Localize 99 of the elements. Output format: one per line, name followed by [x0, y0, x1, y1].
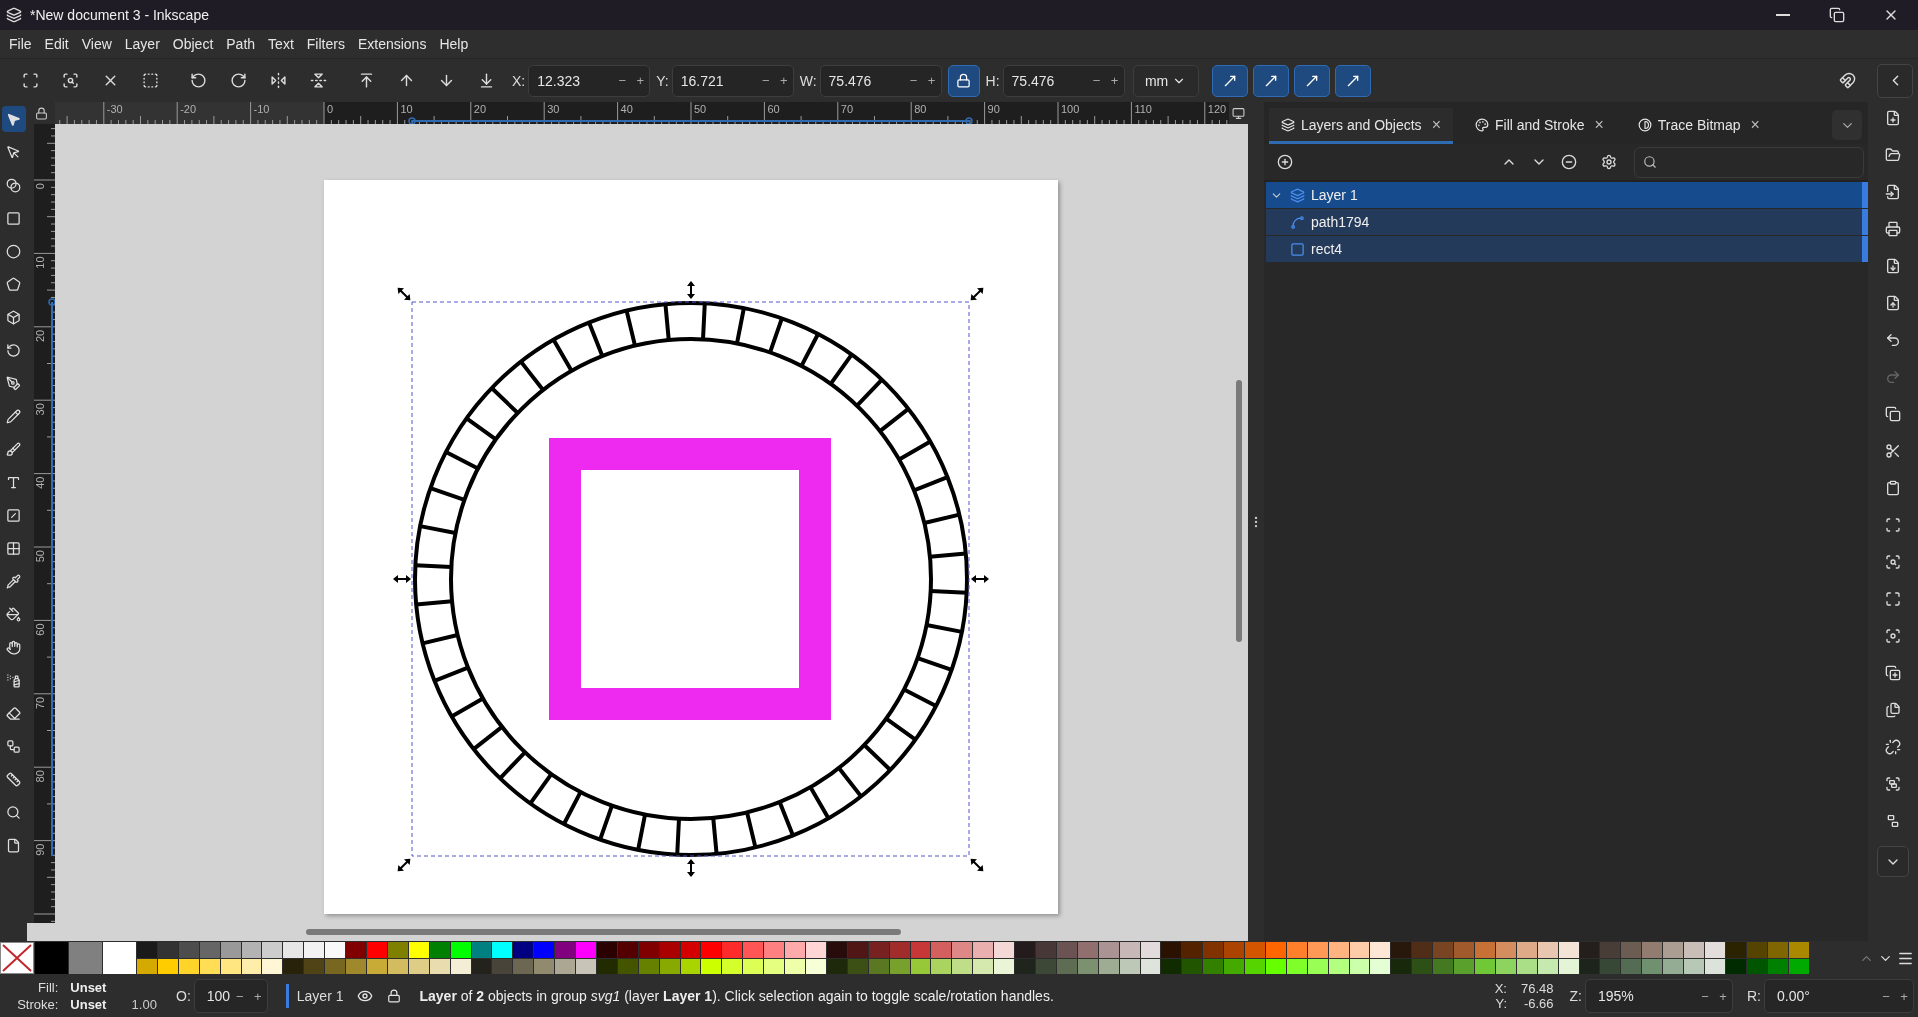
ruler-label: 0 — [327, 103, 334, 115]
tab-label: Fill and Stroke — [1494, 116, 1585, 133]
tree-label: path1794 — [1311, 214, 1370, 230]
cursor-x-label: X: — [1494, 981, 1507, 996]
ruler-label: 60 — [34, 623, 46, 636]
ruler-label: 40 — [620, 103, 633, 115]
ruler-label: 50 — [34, 550, 46, 563]
panel-tab[interactable]: Fill and Stroke × — [1462, 108, 1616, 144]
fill-value[interactable]: Unset — [70, 980, 120, 995]
ruler-label: 20 — [473, 103, 487, 115]
ruler-label: 70 — [840, 103, 854, 115]
increment-button[interactable]: + — [774, 65, 793, 96]
fill-label: Fill: — [37, 980, 59, 995]
window-title: *New document 3 - Inkscape — [30, 7, 210, 23]
zoom-label: Z: — [1569, 988, 1582, 1004]
tab-close-button[interactable]: × — [1594, 115, 1604, 134]
unit-dropdown[interactable]: mm — [1132, 64, 1199, 97]
rotation-field[interactable]: 0.00° − + — [1764, 979, 1914, 1013]
field-label: X: — [512, 72, 526, 89]
ruler-label: 70 — [34, 696, 46, 710]
field-value[interactable]: 16.721 — [672, 71, 757, 90]
ruler-label: 100 — [1061, 103, 1080, 115]
tab-label: Trace Bitmap — [1657, 116, 1741, 133]
ruler-label: 110 — [1134, 103, 1152, 115]
ruler-label: 90 — [34, 843, 46, 856]
stroke-value[interactable]: Unset — [70, 997, 120, 1012]
ruler-label: 30 — [34, 403, 46, 416]
increment-button[interactable]: + — [631, 65, 650, 96]
field-label: W: — [799, 72, 817, 89]
field-value[interactable]: 75.476 — [820, 71, 905, 90]
ruler-label: -20 — [180, 103, 197, 115]
cursor-y: -6.66 — [1522, 996, 1554, 1011]
zoom-field[interactable]: 195% − + — [1585, 979, 1733, 1013]
field-value: 0.00° — [1776, 988, 1811, 1004]
rotation-label: R: — [1747, 988, 1761, 1004]
number-field[interactable]: 16.721 − + — [671, 64, 794, 97]
menu-item[interactable]: View — [74, 33, 118, 55]
ruler-label: 20 — [34, 329, 46, 343]
tree-row[interactable]: Layer 1 — [1266, 182, 1868, 208]
ruler-label: 30 — [547, 103, 560, 115]
menu-item[interactable]: Text — [261, 33, 300, 55]
cursor-x: 76.48 — [1521, 981, 1554, 996]
ruler-label: 120 — [1207, 103, 1227, 115]
stroke-label: Stroke: — [16, 997, 59, 1012]
number-field[interactable]: 75.476 − + — [1002, 64, 1125, 97]
ruler-label: 40 — [34, 476, 46, 489]
ruler-label: 80 — [914, 103, 927, 115]
ruler-label: 10 — [34, 256, 46, 269]
opacity-field[interactable]: 100 − + — [193, 979, 268, 1013]
increment-button[interactable]: + — [1895, 981, 1913, 1011]
decrement-button[interactable]: − — [1877, 981, 1895, 1011]
panel-tab[interactable]: Trace Bitmap × — [1625, 108, 1772, 144]
current-layer[interactable]: Layer 1 — [296, 988, 344, 1004]
stroke-width[interactable]: 1.00 — [131, 997, 170, 1012]
menu-item[interactable]: Path — [219, 33, 262, 55]
menu-item[interactable]: Filters — [299, 33, 351, 55]
ruler-label: 60 — [767, 103, 780, 115]
ruler-label: -10 — [253, 103, 270, 115]
decrement-button[interactable]: − — [904, 65, 923, 96]
tree-row[interactable]: rect4 — [1266, 236, 1868, 262]
decrement-button[interactable]: − — [756, 65, 775, 96]
decrement-button[interactable]: − — [1087, 65, 1106, 96]
field-value: 195% — [1597, 988, 1635, 1004]
decrement-button[interactable]: − — [613, 65, 632, 96]
tab-close-button[interactable]: × — [1431, 115, 1441, 134]
ruler-label: 50 — [694, 103, 707, 115]
field-value: 100 — [205, 988, 231, 1004]
ruler-label: -30 — [106, 103, 123, 115]
status-message: Layer of 2 objects in group svg1 (layer Layer 1). Click selection again to toggle scale/rotation handles. — [419, 988, 1054, 1004]
cursor-y-label: Y: — [1494, 996, 1507, 1011]
decrement-button[interactable]: − — [230, 981, 249, 1011]
panel-tab[interactable]: Layers and Objects × — [1269, 108, 1453, 144]
menu-item[interactable]: File — [2, 33, 38, 55]
field-label: Y: — [656, 72, 669, 89]
menu-item[interactable]: Help — [432, 33, 475, 55]
decrement-button[interactable]: − — [1696, 981, 1714, 1011]
tab-label: Layers and Objects — [1301, 116, 1422, 133]
opacity-label: O: — [176, 988, 191, 1004]
increment-button[interactable]: + — [1714, 981, 1732, 1011]
menu-item[interactable]: Extensions — [350, 33, 433, 55]
field-label: H: — [985, 72, 1000, 89]
tab-close-button[interactable]: × — [1750, 115, 1760, 134]
number-field[interactable]: 75.476 − + — [819, 64, 942, 97]
ruler-label: 80 — [34, 770, 46, 783]
increment-button[interactable]: + — [248, 981, 267, 1011]
field-value[interactable]: 12.323 — [529, 71, 614, 90]
number-field[interactable]: 12.323 − + — [528, 64, 651, 97]
increment-button[interactable]: + — [922, 65, 941, 96]
menu-item[interactable]: Edit — [37, 33, 75, 55]
ruler-label: 10 — [400, 103, 413, 115]
ruler-label: 90 — [987, 103, 1000, 115]
tree-label: rect4 — [1311, 241, 1343, 257]
ruler-label: 0 — [34, 183, 46, 190]
menu-item[interactable]: Layer — [117, 33, 166, 55]
tree-label: Layer 1 — [1311, 187, 1358, 203]
field-value[interactable]: 75.476 — [1003, 71, 1088, 90]
menu-item[interactable]: Object — [165, 33, 220, 55]
tree-row[interactable]: path1794 — [1266, 209, 1868, 235]
increment-button[interactable]: + — [1105, 65, 1124, 96]
